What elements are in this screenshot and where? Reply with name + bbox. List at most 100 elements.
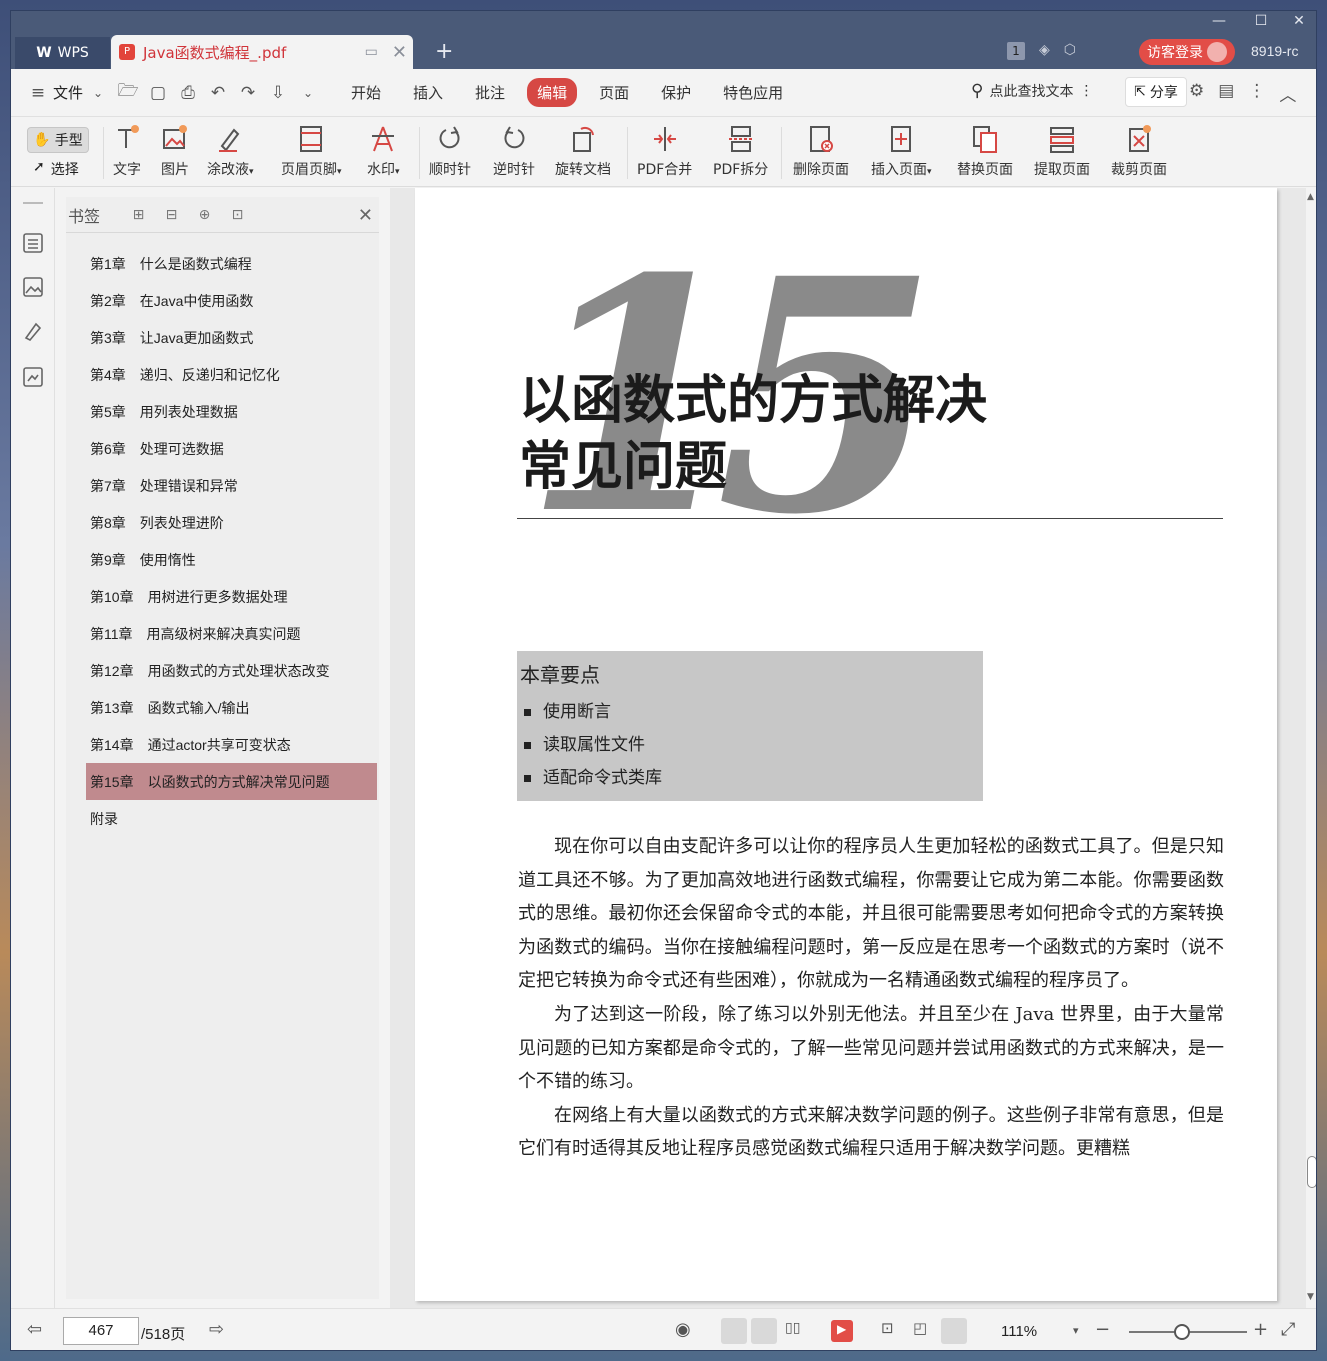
- more-icon[interactable]: ⋮: [1248, 81, 1265, 106]
- eye-protect-icon[interactable]: ◉: [675, 1319, 691, 1340]
- bookmark-item[interactable]: 第13章 函数式输入/输出: [66, 689, 379, 726]
- rotate-counterclockwise-button[interactable]: 逆时针: [493, 123, 535, 179]
- bookmark-item-selected[interactable]: 第15章 以函数式的方式解决常见问题: [86, 763, 377, 800]
- actual-size-icon[interactable]: ⊡: [881, 1319, 894, 1337]
- login-button[interactable]: 访客登录: [1139, 39, 1235, 65]
- insert-page-button[interactable]: 插入页面▾: [871, 123, 932, 179]
- fit-page-icon[interactable]: ◰: [913, 1319, 927, 1337]
- menu-edit[interactable]: 编辑: [527, 78, 578, 107]
- scroll-down-icon[interactable]: ▼: [1307, 1292, 1314, 1302]
- settings-icon[interactable]: ⚙: [1189, 81, 1204, 106]
- document-viewport[interactable]: 15 以函数式的方式解决 常见问题 本章要点 使用断言 读取属性文件 适配命令式…: [390, 188, 1306, 1308]
- rotate-document-button[interactable]: 旋转文档: [555, 123, 611, 179]
- maximize-icon[interactable]: ☐: [1243, 13, 1279, 29]
- share-button[interactable]: ⇱ 分享: [1125, 77, 1187, 107]
- save-icon[interactable]: ▢: [143, 83, 173, 103]
- bookmark-item[interactable]: 第4章 递归、反递归和记忆化: [66, 356, 379, 393]
- tab-document[interactable]: P Java函数式编程_.pdf ▭ ✕: [111, 35, 413, 69]
- bookmark-list-icon[interactable]: [22, 232, 44, 254]
- vertical-scrollbar[interactable]: ▲ ▼: [1306, 188, 1316, 1308]
- window-count-badge[interactable]: 1: [1007, 42, 1025, 60]
- expand-all-icon[interactable]: ⊞: [122, 207, 155, 223]
- scroll-thumb[interactable]: [1307, 1156, 1316, 1188]
- close-tab-icon[interactable]: ✕: [392, 42, 407, 63]
- pdf-merge-button[interactable]: PDF合并: [637, 123, 692, 179]
- bookmark-item[interactable]: 第2章 在Java中使用函数: [66, 282, 379, 319]
- bookmark-item[interactable]: 第12章 用函数式的方式处理状态改变: [66, 652, 379, 689]
- print-icon[interactable]: ⎙: [173, 83, 203, 103]
- next-page-icon[interactable]: ⇨: [209, 1319, 224, 1340]
- bookmark-item[interactable]: 第11章 用高级树来解决真实问题: [66, 615, 379, 652]
- delete-page-button[interactable]: 删除页面: [793, 123, 849, 179]
- image-tool-button[interactable]: 图片: [161, 123, 189, 179]
- bookmark-item[interactable]: 附录: [66, 800, 379, 837]
- zoom-slider-knob[interactable]: [1174, 1324, 1190, 1340]
- menu-special[interactable]: 特色应用: [713, 78, 793, 107]
- bookmark-item[interactable]: 第8章 列表处理进阶: [66, 504, 379, 541]
- header-footer-button[interactable]: 页眉页脚▾: [281, 123, 342, 179]
- chevron-down-icon[interactable]: ⌄: [83, 86, 113, 100]
- play-icon[interactable]: ▶: [831, 1320, 853, 1342]
- comment-icon[interactable]: ▤: [1218, 81, 1234, 106]
- fullscreen-icon[interactable]: ⤢: [1281, 1319, 1295, 1340]
- close-window-icon[interactable]: ✕: [1281, 13, 1316, 29]
- undo-icon[interactable]: ↶: [203, 83, 233, 103]
- two-page-icon[interactable]: ▯▯: [781, 1318, 807, 1344]
- menu-page[interactable]: 页面: [589, 78, 639, 107]
- thumbnail-icon[interactable]: [22, 276, 44, 298]
- bookmark-item[interactable]: 第6章 处理可选数据: [66, 430, 379, 467]
- crop-page-button[interactable]: 裁剪页面: [1111, 123, 1167, 179]
- zoom-level[interactable]: 111%: [1001, 1323, 1037, 1340]
- hamburger-icon[interactable]: ≡: [23, 83, 53, 103]
- pin-window-icon[interactable]: ▭: [365, 44, 378, 60]
- add-bookmark-icon[interactable]: ⊕: [188, 207, 221, 223]
- prev-page-icon[interactable]: ⇦: [27, 1319, 42, 1340]
- text-tool-button[interactable]: 文字: [113, 123, 141, 179]
- menu-protect[interactable]: 保护: [651, 78, 701, 107]
- redo-icon[interactable]: ↷: [233, 83, 263, 103]
- bookmark-item[interactable]: 第9章 使用惰性: [66, 541, 379, 578]
- export-icon[interactable]: ⇩: [263, 83, 293, 103]
- bookmark-item[interactable]: 第5章 用列表处理数据: [66, 393, 379, 430]
- menu-start[interactable]: 开始: [341, 78, 391, 107]
- skin-icon[interactable]: ◈: [1039, 42, 1050, 60]
- annotation-icon[interactable]: [22, 320, 44, 342]
- rotate-clockwise-button[interactable]: 顺时针: [429, 123, 471, 179]
- single-page-icon[interactable]: [751, 1318, 777, 1344]
- hand-tool-button[interactable]: ✋ 手型: [27, 127, 89, 153]
- correction-tool-button[interactable]: 涂改液▾: [207, 123, 254, 179]
- bookmark-item[interactable]: 第14章 通过actor共享可变状态: [66, 726, 379, 763]
- bookmark-item[interactable]: 第3章 让Java更加函数式: [66, 319, 379, 356]
- new-tab-button[interactable]: +: [435, 39, 453, 64]
- shirt-icon[interactable]: ⬡: [1064, 42, 1076, 60]
- bookmark-item[interactable]: 第7章 处理错误和异常: [66, 467, 379, 504]
- menu-insert[interactable]: 插入: [403, 78, 453, 107]
- pdf-split-button[interactable]: PDF拆分: [713, 123, 768, 179]
- menu-annotate[interactable]: 批注: [465, 78, 515, 107]
- minimize-icon[interactable]: —: [1201, 13, 1237, 29]
- bookmark-item[interactable]: 第10章 用树进行更多数据处理: [66, 578, 379, 615]
- zoom-in-icon[interactable]: +: [1253, 1319, 1268, 1340]
- bookmark-item[interactable]: 第1章 什么是函数式编程: [66, 245, 379, 282]
- page-number-input[interactable]: 467: [63, 1317, 139, 1345]
- search-box[interactable]: ⚲ 点此查找文本 ⋮: [971, 81, 1093, 101]
- extract-page-button[interactable]: 提取页面: [1034, 123, 1090, 179]
- replace-page-button[interactable]: 替换页面: [957, 123, 1013, 179]
- collapse-all-icon[interactable]: ⊟: [155, 207, 188, 223]
- select-tool-button[interactable]: ➚ 选择: [33, 159, 79, 179]
- scroll-up-icon[interactable]: ▲: [1307, 192, 1314, 202]
- bookmark-option-icon[interactable]: ⊡: [221, 207, 254, 223]
- more-vertical-icon[interactable]: ⋮: [1079, 83, 1093, 99]
- tab-wps-home[interactable]: W WPS: [15, 37, 110, 69]
- fit-width-icon[interactable]: [941, 1318, 967, 1344]
- more-quick-icon[interactable]: ⌄: [293, 86, 323, 100]
- collapse-ribbon-icon[interactable]: ︿: [1279, 81, 1296, 106]
- attachment-icon[interactable]: [22, 366, 44, 388]
- zoom-out-icon[interactable]: −: [1095, 1319, 1110, 1340]
- file-menu[interactable]: 文件: [53, 82, 83, 103]
- close-panel-icon[interactable]: ✕: [358, 205, 373, 226]
- open-icon[interactable]: 🗁: [113, 78, 143, 107]
- continuous-view-icon[interactable]: [721, 1318, 747, 1344]
- watermark-button[interactable]: 水印▾: [367, 123, 400, 179]
- zoom-dropdown-icon[interactable]: ▾: [1073, 1324, 1079, 1337]
